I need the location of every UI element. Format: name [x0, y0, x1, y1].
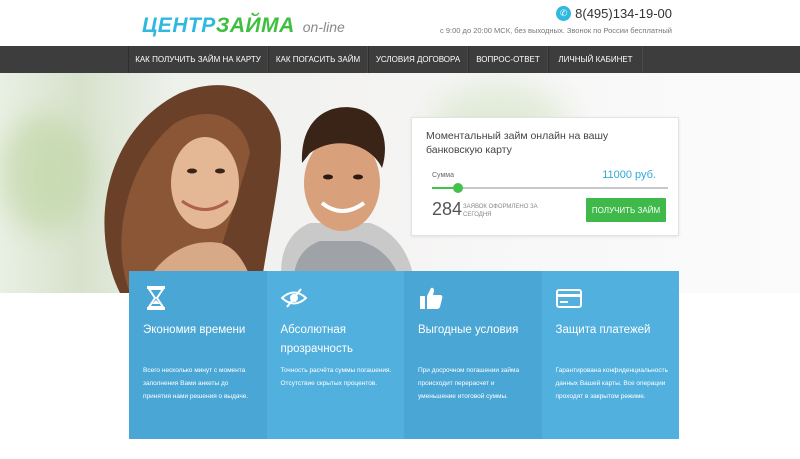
site-header: ЦЕНТР ЗАЙМА on-line ✆ 8(495)134-19-00 с … [0, 0, 800, 46]
feature-description: Точность расчёта суммы погашения. Отсутс… [280, 367, 392, 387]
nav-item-account[interactable]: ЛИЧНЫЙ КАБИНЕТ [548, 46, 643, 73]
nav-item-how-to-get[interactable]: КАК ПОЛУЧИТЬ ЗАЙМ НА КАРТУ [128, 46, 268, 73]
nav-item-faq[interactable]: ВОПРОС-ОТВЕТ [468, 46, 548, 73]
hero-banner [0, 73, 800, 293]
loan-panel-title: Моментальный займ онлайн на вашу банковс… [426, 130, 609, 156]
feature-good-terms: Выгодные условия При досрочном погашении… [404, 271, 542, 439]
nav-item-how-to-repay[interactable]: КАК ПОГАСИТЬ ЗАЙМ [268, 46, 368, 73]
feature-title: Абсолютная прозрачность [280, 324, 353, 355]
logo-text-primary: ЦЕНТР [142, 14, 216, 37]
eye-icon [280, 288, 307, 308]
thumbs-up-icon [420, 287, 443, 309]
loan-panel: Моментальный займ онлайн на вашу банковс… [411, 117, 679, 236]
requests-count: 284 [432, 199, 463, 219]
logo-text-tagline: on-line [302, 19, 345, 35]
hourglass-icon [147, 286, 165, 310]
amount-slider[interactable] [432, 183, 668, 193]
feature-title: Экономия времени [143, 324, 246, 336]
amount-slider-handle[interactable] [452, 183, 463, 193]
site-logo[interactable]: ЦЕНТР ЗАЙМА on-line [142, 14, 345, 38]
working-hours: с 9:00 до 20:00 МСК, без выходных. Звоно… [440, 26, 672, 35]
feature-description: При досрочном погашении займа происходит… [418, 367, 520, 400]
logo-text-secondary: ЗАЙМА [215, 14, 295, 37]
hero-couple-photo [104, 85, 415, 293]
credit-card-icon [555, 289, 582, 308]
feature-title: Выгодные условия [418, 324, 519, 336]
phone-icon: ✆ [556, 6, 572, 21]
get-loan-button[interactable]: ПОЛУЧИТЬ ЗАЙМ [586, 198, 666, 222]
feature-description: Всего несколько минут с момента заполнен… [143, 367, 249, 400]
main-nav: КАК ПОЛУЧИТЬ ЗАЙМ НА КАРТУ КАК ПОГАСИТЬ … [0, 46, 800, 73]
requests-label: ЗАЯВОК ОФОРМЛЕНО ЗА СЕГОДНЯ [463, 204, 538, 218]
feature-description: Гарантирована конфиденциальность данных … [555, 367, 669, 400]
sum-label: Сумма [432, 172, 454, 179]
feature-transparency: Абсолютная прозрачность Точность расчёта… [266, 271, 404, 439]
sum-value: 11000 руб. [602, 169, 656, 181]
nav-item-terms[interactable]: УСЛОВИЯ ДОГОВОРА [368, 46, 468, 73]
feature-payment-protection: Защита платежей Гарантирована конфиденци… [541, 271, 679, 439]
feature-title: Защита платежей [555, 324, 651, 336]
feature-time-saving: Экономия времени Всего несколько минут с… [129, 271, 267, 439]
phone-number[interactable]: 8(495)134-19-00 [575, 6, 672, 21]
phone-block: ✆ 8(495)134-19-00 [556, 6, 672, 21]
features-strip: Экономия времени Всего несколько минут с… [129, 271, 679, 439]
